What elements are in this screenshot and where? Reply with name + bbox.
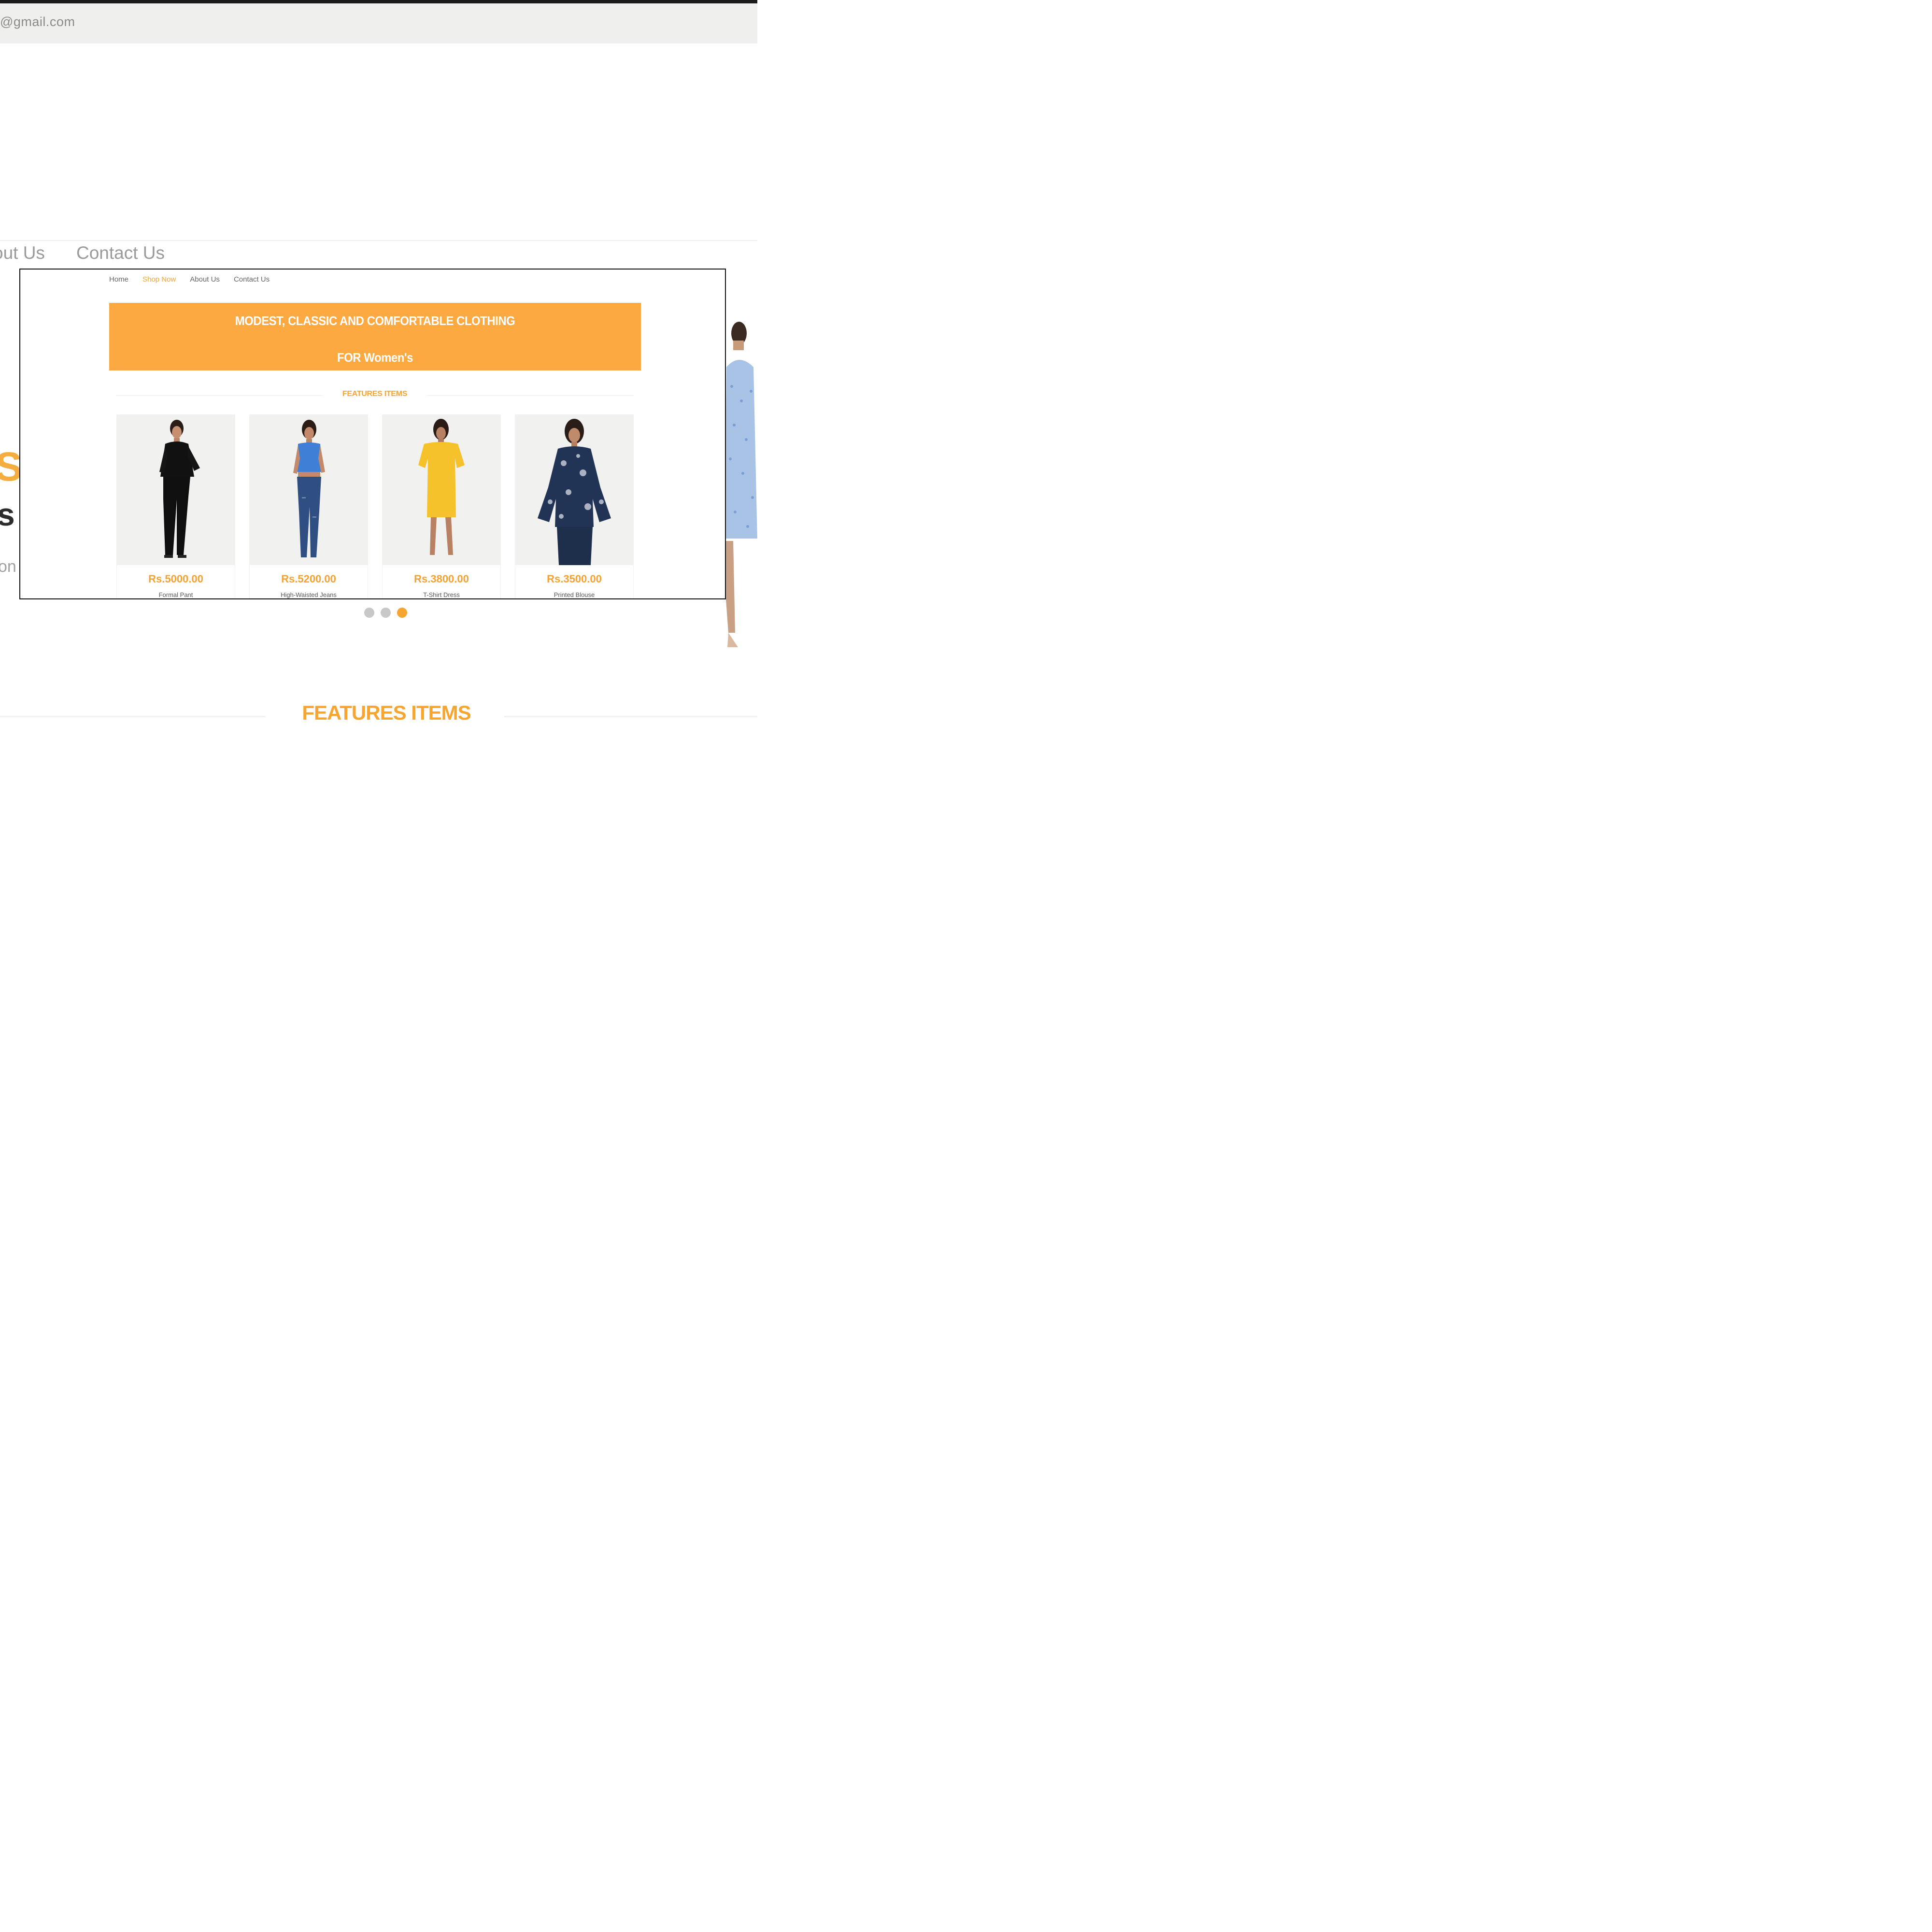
- carousel-indicators: [364, 608, 407, 618]
- product-price: Rs.5000.00: [148, 573, 203, 585]
- product-name[interactable]: Formal Pant: [117, 591, 235, 598]
- product-card[interactable]: Rs.5000.00 Formal Pant: [116, 414, 235, 598]
- nav-shop-now[interactable]: Shop Now: [142, 275, 176, 284]
- nav-contact-us[interactable]: Contact Us: [234, 275, 270, 284]
- product-image[interactable]: [515, 415, 634, 565]
- carousel-dot[interactable]: [381, 608, 391, 618]
- product-image[interactable]: [117, 415, 235, 565]
- background-header-bar: [0, 0, 757, 43]
- product-name[interactable]: High-Waisted Jeans: [250, 591, 368, 598]
- carousel-dot[interactable]: [364, 608, 374, 618]
- features-title: FEATURES ITEMS: [342, 390, 408, 398]
- product-image[interactable]: [383, 415, 501, 565]
- product-card[interactable]: Rs.3500.00 Printed Blouse: [515, 414, 634, 598]
- background-features-section: FEATURES ITEMS: [0, 701, 757, 730]
- background-nav-about[interactable]: out Us: [0, 243, 45, 263]
- product-price: Rs.3500.00: [547, 573, 602, 585]
- product-card[interactable]: Rs.5200.00 High-Waisted Jeans: [249, 414, 368, 598]
- product-price: Rs.3800.00: [414, 573, 469, 585]
- carousel-dot-active[interactable]: [397, 608, 407, 618]
- main-nav: Home Shop Now About Us Contact Us: [109, 275, 270, 284]
- nav-about-us[interactable]: About Us: [190, 275, 220, 284]
- banner-subheadline: FOR Women's: [337, 350, 413, 365]
- features-header: FEATURES ITEMS: [116, 388, 634, 403]
- product-image[interactable]: [250, 415, 368, 565]
- page-screenshot-overlay: Home Shop Now About Us Contact Us MODEST…: [19, 269, 726, 599]
- banner-headline: MODEST, CLASSIC AND COMFORTABLE CLOTHING: [235, 313, 515, 328]
- background-divider: [0, 240, 757, 241]
- product-list: Rs.5000.00 Formal Pant Rs.5200.00 High-W…: [116, 414, 634, 598]
- background-nav-contact[interactable]: Contact Us: [76, 243, 165, 263]
- product-name[interactable]: Printed Blouse: [515, 591, 633, 598]
- background-hero-fragment: s: [0, 497, 15, 532]
- background-hero-fragment: on: [0, 557, 16, 576]
- background-email-text: @gmail.com: [0, 14, 75, 29]
- product-card[interactable]: Rs.3800.00 T-Shirt Dress: [382, 414, 501, 598]
- hero-banner: MODEST, CLASSIC AND COMFORTABLE CLOTHING…: [109, 303, 641, 370]
- product-price: Rs.5200.00: [281, 573, 336, 585]
- background-model-image: [724, 322, 757, 647]
- background-features-title: FEATURES ITEMS: [302, 701, 471, 724]
- product-name[interactable]: T-Shirt Dress: [383, 591, 500, 598]
- nav-home[interactable]: Home: [109, 275, 128, 284]
